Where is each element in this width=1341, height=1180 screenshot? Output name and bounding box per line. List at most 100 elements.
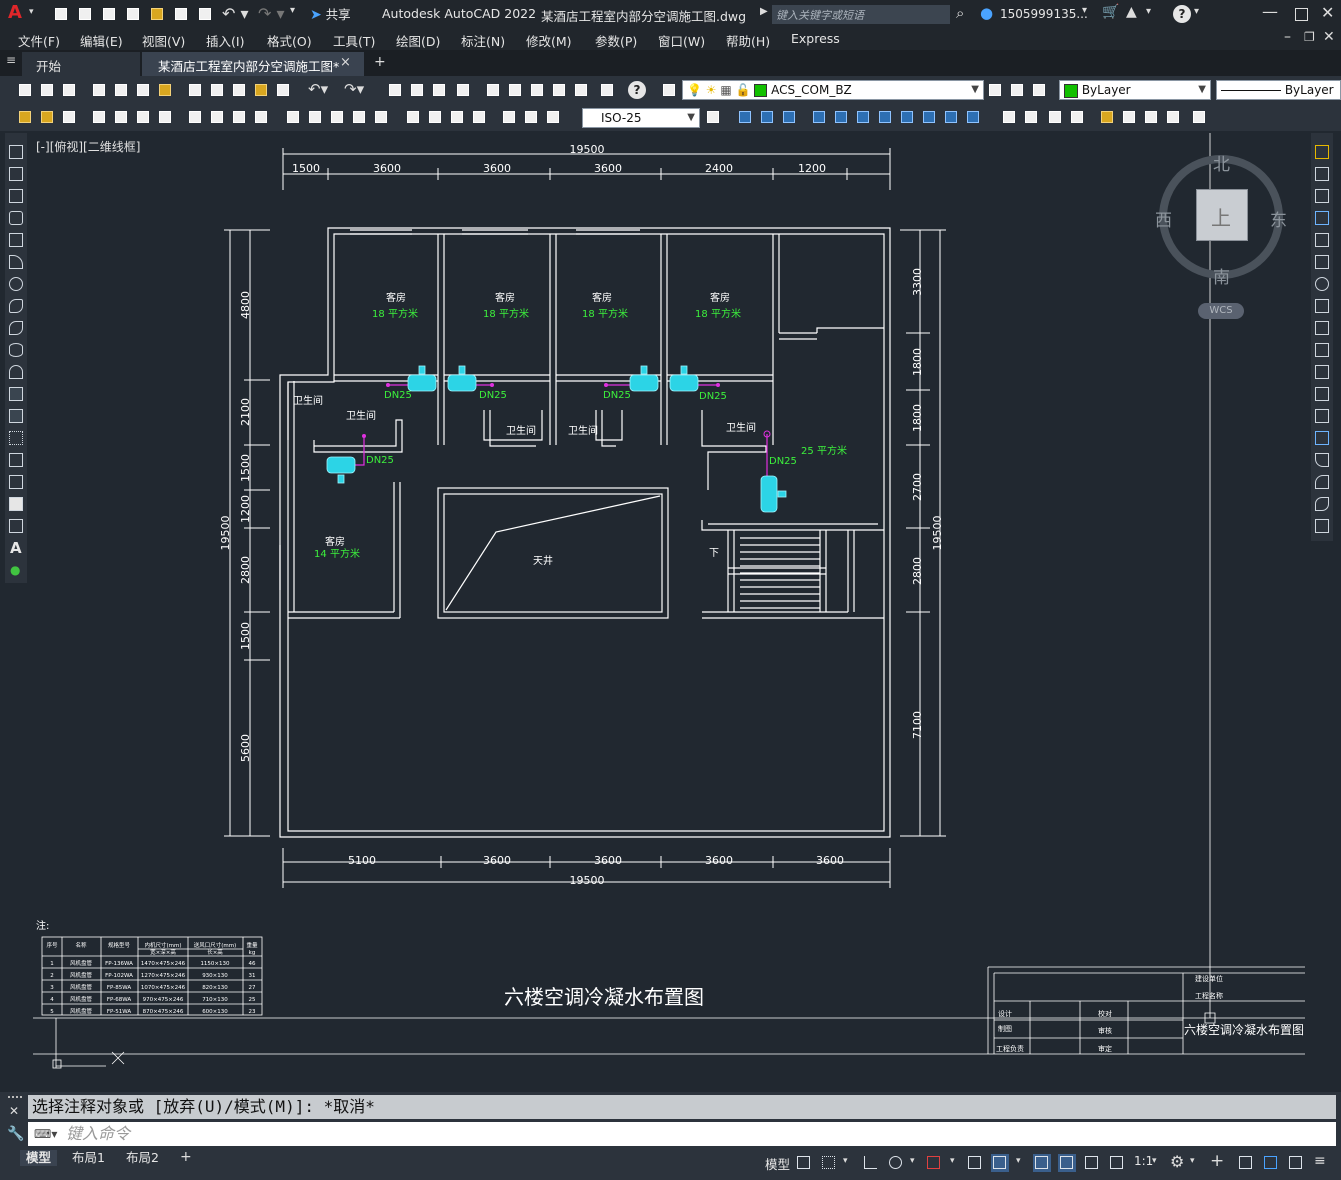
intersect-icon[interactable] [780,108,798,126]
break-at-point-icon[interactable] [1315,387,1329,401]
menu-insert[interactable]: 插入(I) [206,31,244,50]
3d-print-icon[interactable] [156,81,174,99]
redo-icon[interactable]: ↷ ▾ [258,4,285,23]
menu-parametric[interactable]: 参数(P) [595,31,637,50]
menu-file[interactable]: 文件(F) [18,31,60,50]
model-space-button[interactable]: 模型 [765,1154,790,1173]
save-web-icon[interactable] [172,5,190,23]
imprint-icon[interactable] [942,108,960,126]
publish-icon[interactable] [134,81,152,99]
jogged-linear-icon[interactable] [470,108,488,126]
maximize-icon[interactable] [1295,8,1308,21]
user-chevron-icon[interactable]: ▾ [1082,5,1087,16]
help-chevron-icon[interactable]: ▾ [1194,6,1199,17]
ellipse-icon[interactable] [9,343,23,357]
copy-object-icon[interactable] [1315,167,1329,181]
doc-restore-icon[interactable]: ❐ [1304,30,1315,44]
block-editor-icon[interactable] [274,81,292,99]
ortho-icon[interactable] [862,1154,880,1172]
design-center-icon[interactable] [506,81,524,99]
rotate-icon[interactable] [1315,277,1329,291]
menu-tools[interactable]: 工具(T) [333,31,375,50]
trim-icon[interactable] [1315,343,1329,357]
dim-ordinate-icon[interactable] [156,108,174,126]
plot-icon[interactable] [196,5,214,23]
polyline-icon[interactable] [9,189,23,203]
insert-block-icon[interactable] [9,387,23,401]
save-as-icon[interactable] [124,5,142,23]
quick-dim-icon[interactable] [284,108,302,126]
match-properties-icon[interactable] [252,81,270,99]
redo-tb-icon[interactable]: ↷▾ [344,80,364,98]
tab-layout2[interactable]: 布局2 [120,1150,165,1166]
3d-array-icon[interactable] [1190,108,1208,126]
3d-rotate-icon[interactable] [1120,108,1138,126]
layer-state-icon[interactable] [1030,81,1048,99]
extend-icon[interactable] [1315,365,1329,379]
text-style-icon[interactable] [38,108,56,126]
annotation-monitor-icon[interactable]: + [1210,1151,1224,1171]
revision-cloud-icon[interactable] [9,299,23,313]
dim-update-icon[interactable] [544,108,562,126]
center-mark-icon[interactable] [426,108,444,126]
line-icon[interactable] [9,145,23,159]
array-icon[interactable] [1315,233,1329,247]
grid-icon[interactable] [795,1154,813,1172]
doc-minimize-icon[interactable]: – [1284,29,1291,45]
make-block-icon[interactable] [9,409,23,423]
search-icon[interactable]: ⌕ [956,4,964,22]
offset-faces-icon[interactable] [1068,108,1086,126]
menu-edit[interactable]: 编辑(E) [80,31,123,50]
table-style-icon[interactable] [60,108,78,126]
isodraft-icon[interactable] [925,1154,943,1172]
dim-jogged-icon[interactable] [208,108,226,126]
viewcube-south[interactable]: 南 [1213,263,1230,288]
search-box[interactable]: 键入关键字或短语 [772,5,950,24]
subtract-icon[interactable] [758,108,776,126]
calculator-icon[interactable] [598,81,616,99]
dim-aligned-icon[interactable] [112,108,130,126]
zoom-previous-icon[interactable] [454,81,472,99]
annotation-scale-icon[interactable] [1108,1154,1126,1172]
tab-start[interactable]: 开始 [22,52,140,76]
copy-icon[interactable] [208,81,226,99]
add-layout-icon[interactable]: + [180,1149,192,1165]
doc-close-icon[interactable]: ✕ [1323,29,1335,45]
layer-dropdown[interactable]: 💡 ☀ ▦ 🔓 ACS_COM_BZ ▼ [682,80,984,100]
circle-icon[interactable] [9,277,23,291]
annotation-visibility-icon[interactable] [1058,1154,1076,1172]
separate-icon[interactable] [964,108,982,126]
spline-icon[interactable] [9,321,23,335]
dim-baseline-icon[interactable] [306,108,324,126]
polygon-icon[interactable] [9,211,23,225]
workspace-gear-icon[interactable]: ⚙ [1170,1152,1184,1171]
clean-icon[interactable] [1022,108,1040,126]
open-file-icon[interactable] [76,5,94,23]
break-icon[interactable] [1315,409,1329,423]
help-tb-icon[interactable]: ? [628,81,646,99]
dim-continue-icon[interactable] [328,108,346,126]
snap-icon[interactable] [820,1154,838,1172]
shell-icon[interactable] [854,108,872,126]
menu-express[interactable]: Express [791,31,840,46]
fillet-icon[interactable] [1315,475,1329,489]
dim-edit-icon[interactable] [500,108,518,126]
tab-model[interactable]: 模型 [20,1150,58,1166]
offset-icon[interactable] [1315,211,1329,225]
osnap-tracking-icon[interactable] [966,1154,984,1172]
chamfer-edge-icon[interactable] [898,108,916,126]
undo-icon[interactable]: ↶ ▾ [222,4,249,23]
viewcube-face[interactable]: 上 [1196,189,1248,241]
annotation-scale-value[interactable]: 1:1 [1134,1154,1153,1168]
dim-text-edit-icon[interactable] [522,108,540,126]
press-pull-icon[interactable] [832,108,850,126]
tolerance-icon[interactable] [404,108,422,126]
linetype-dropdown[interactable]: ByLayer [1216,80,1341,100]
customize-qat-icon[interactable]: ▾ [290,5,295,16]
dim-space-icon[interactable] [350,108,368,126]
add-selected-icon[interactable]: ● [10,563,20,577]
erase-icon[interactable] [1315,145,1329,159]
lineweight-icon[interactable] [1033,1154,1051,1172]
3d-align-icon[interactable] [1142,108,1160,126]
new-tab-icon[interactable]: + [374,54,386,70]
